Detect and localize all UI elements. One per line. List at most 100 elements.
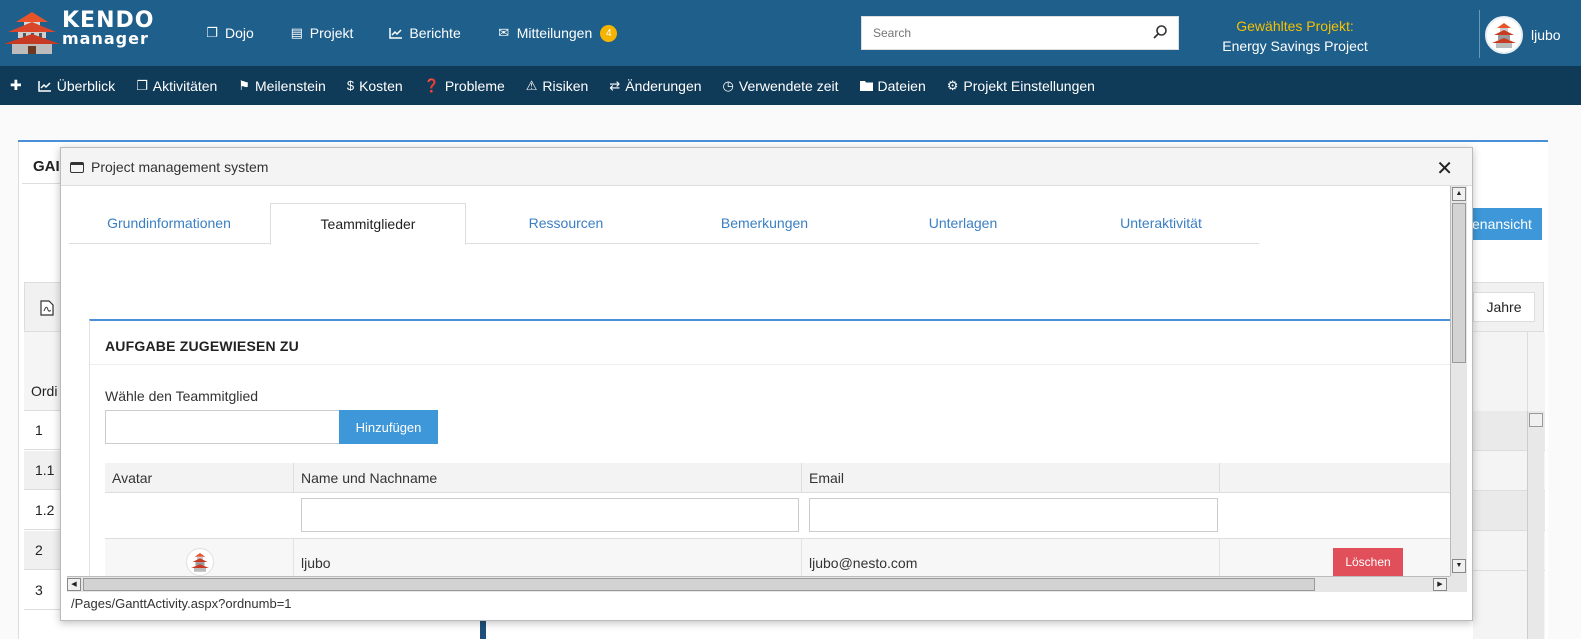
tab-unteraktivitaet[interactable]: Unteraktivität <box>1063 203 1259 244</box>
gantt-scrollbar[interactable] <box>1527 411 1544 639</box>
line-chart-icon <box>389 28 403 39</box>
subnav-label: Aktivitäten <box>152 77 218 94</box>
scroll-thumb[interactable] <box>1452 203 1466 363</box>
subnav-kosten[interactable]: $ Kosten <box>347 78 403 94</box>
table-row: ljubo ljubo@nesto.com Löschen <box>105 539 1450 576</box>
section-title: AUFGABE ZUGEWIESEN ZU <box>105 338 299 354</box>
subnav-verwendete-zeit[interactable]: ◷ Verwendete zeit <box>723 78 839 94</box>
subnav-projekt-einstellungen[interactable]: ⚙ Projekt Einstellungen <box>947 78 1095 94</box>
document-icon: ▤ <box>290 25 303 40</box>
subnav-aenderungen[interactable]: ⇄ Änderungen <box>609 78 701 94</box>
nav-dojo-label: Dojo <box>225 25 254 41</box>
scroll-right-arrow[interactable]: ▶ <box>1433 578 1447 591</box>
nav-projekt[interactable]: ▤ Projekt <box>290 25 354 41</box>
column-header-avatar[interactable]: Avatar <box>105 463 294 493</box>
subnav-dateien[interactable]: Dateien <box>859 77 926 94</box>
divider <box>90 364 1450 365</box>
status-url: /Pages/GanttActivity.aspx?ordnumb=1 <box>71 596 292 611</box>
subnav-risiken[interactable]: ⚠ Risiken <box>526 78 589 94</box>
app-logo[interactable]: KENDO manager <box>4 8 154 58</box>
nav-dojo[interactable]: ❐ Dojo <box>205 25 254 41</box>
divider <box>1479 10 1480 58</box>
gantt-bar <box>480 620 486 639</box>
page-title: GAI <box>33 158 60 175</box>
subnav-label: Dateien <box>877 77 926 94</box>
envelope-icon: ✉ <box>498 25 510 40</box>
subnav-probleme[interactable]: ❓ Probleme <box>424 78 505 94</box>
subnav-label: Kosten <box>359 77 403 94</box>
nav-projekt-label: Projekt <box>309 25 354 41</box>
scroll-thumb[interactable] <box>83 578 1315 591</box>
selected-project-value[interactable]: Energy Savings Project <box>1210 36 1380 56</box>
subnav-aktivitaeten[interactable]: ❐ Aktivitäten <box>136 78 217 94</box>
scroll-up-arrow[interactable] <box>1529 413 1543 427</box>
brand-subtitle: manager <box>62 29 149 48</box>
nav-berichte[interactable]: Berichte <box>389 25 461 41</box>
grid-filter-row <box>105 493 1450 539</box>
view-years-button[interactable]: Jahre <box>1473 292 1535 322</box>
user-menu[interactable]: ljubo <box>1485 16 1561 54</box>
subnav-label: Projekt Einstellungen <box>963 77 1095 94</box>
temple-logo-icon <box>4 12 60 54</box>
subnav-label: Überblick <box>56 77 116 94</box>
modal-body: Grundinformationen Teammitglieder Ressou… <box>61 186 1450 576</box>
dollar-icon: $ <box>346 78 355 93</box>
member-select-input[interactable] <box>105 410 340 444</box>
clock-icon: ◷ <box>722 77 734 93</box>
selected-project: Gewähltes Projekt: Energy Savings Projec… <box>1210 16 1380 56</box>
member-email: ljubo@nesto.com <box>802 539 1220 576</box>
email-filter-input[interactable] <box>809 498 1218 532</box>
add-icon[interactable]: ✚ <box>10 77 22 94</box>
tab-bemerkungen[interactable]: Bemerkungen <box>666 203 863 244</box>
subnav-ueberblick[interactable]: Überblick <box>37 77 116 94</box>
nav-berichte-label: Berichte <box>409 25 461 41</box>
user-avatar-icon <box>191 553 209 572</box>
scroll-left-arrow[interactable]: ◀ <box>67 578 81 591</box>
grid-header: Avatar Name und Nachname Email <box>105 463 1450 493</box>
avatar-cell <box>105 539 294 576</box>
modal-header: Project management system ✕ <box>61 148 1472 186</box>
member-select-label: Wähle den Teammitglied <box>105 388 259 404</box>
modal-vertical-scrollbar[interactable]: ▲ ▼ <box>1450 186 1467 576</box>
scroll-up-arrow[interactable]: ▲ <box>1452 187 1466 201</box>
top-navbar: KENDO manager ❐ Dojo ▤ Projekt Berichte … <box>0 0 1581 66</box>
question-icon: ❓ <box>423 77 440 93</box>
user-avatar-icon <box>1492 23 1516 48</box>
column-header-email[interactable]: Email <box>802 463 1220 493</box>
main-nav: ❐ Dojo ▤ Projekt Berichte ✉ Mitteilungen… <box>205 0 618 66</box>
delete-member-button[interactable]: Löschen <box>1333 548 1403 576</box>
name-filter-input[interactable] <box>301 498 799 532</box>
project-toolbar: ✚ Überblick ❐ Aktivitäten ⚑ Meilenstein … <box>0 66 1581 105</box>
tab-grundinformationen[interactable]: Grundinformationen <box>69 203 269 244</box>
close-icon[interactable]: ✕ <box>1436 156 1453 180</box>
tab-ressourcen[interactable]: Ressourcen <box>466 203 666 244</box>
pdf-icon[interactable] <box>40 300 54 316</box>
column-header-label: Ordi <box>31 383 58 399</box>
column-header-name[interactable]: Name und Nachname <box>294 463 802 493</box>
clone-icon: ❐ <box>206 25 218 40</box>
subnav-label: Meilenstein <box>255 77 326 94</box>
nav-mitteilungen[interactable]: ✉ Mitteilungen 4 <box>497 24 618 42</box>
gears-icon: ⚙ <box>946 77 959 93</box>
warning-icon: ⚠ <box>525 77 538 93</box>
notification-badge: 4 <box>600 24 618 42</box>
tab-teammitglieder[interactable]: Teammitglieder <box>270 203 466 245</box>
search-box <box>861 16 1179 50</box>
modal-horizontal-scrollbar[interactable]: ◀ ▶ <box>67 576 1450 592</box>
subnav-label: Verwendete zeit <box>738 77 839 94</box>
search-icon[interactable] <box>1152 24 1168 40</box>
files-icon: ❐ <box>136 77 148 93</box>
subnav-label: Änderungen <box>625 77 702 94</box>
scroll-down-arrow[interactable]: ▼ <box>1452 559 1466 573</box>
avatar <box>1485 16 1523 54</box>
tab-unterlagen[interactable]: Unterlagen <box>863 203 1063 244</box>
search-input[interactable] <box>862 17 1142 49</box>
subnav-meilenstein[interactable]: ⚑ Meilenstein <box>238 78 325 94</box>
assignment-section: AUFGABE ZUGEWIESEN ZU Wähle den Teammitg… <box>89 319 1450 576</box>
add-member-button[interactable]: Hinzufügen <box>339 410 438 444</box>
member-name: ljubo <box>294 539 802 576</box>
folder-icon <box>859 81 873 91</box>
tab-strip: Grundinformationen Teammitglieder Ressou… <box>69 203 1259 245</box>
line-chart-icon <box>37 80 51 92</box>
exchange-icon: ⇄ <box>609 77 621 93</box>
